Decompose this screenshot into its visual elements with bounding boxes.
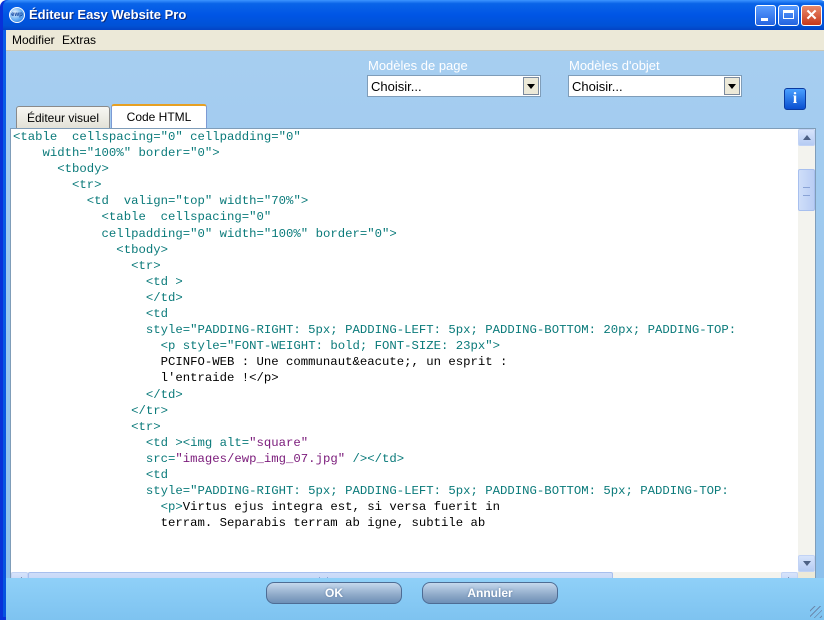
maximize-button[interactable]	[778, 5, 799, 26]
main-panel: Modèles de page Choisir... Modèles d'obj…	[6, 51, 824, 590]
vertical-scrollbar[interactable]	[798, 129, 815, 572]
page-templates-select[interactable]: Choisir...	[367, 75, 541, 97]
vertical-scroll-thumb[interactable]	[798, 169, 815, 211]
minimize-button[interactable]	[755, 5, 776, 26]
ok-button[interactable]: OK	[266, 582, 402, 604]
code-line: l'entraide !</p>	[13, 371, 279, 386]
menu-extras[interactable]: Extras	[62, 33, 96, 47]
window-client: Modifier Extras Modèles de page Choisir.…	[6, 30, 824, 620]
code-line: </td>	[13, 290, 183, 305]
scroll-down-button[interactable]	[798, 555, 815, 572]
object-templates-value: Choisir...	[572, 79, 623, 94]
code-line: src="images/ewp_img_07.jpg" /></td>	[13, 451, 405, 466]
info-icon[interactable]: i	[784, 88, 806, 110]
code-line: cellpadding="0" width="100%" border="0">	[13, 226, 397, 241]
chevron-down-icon[interactable]	[523, 77, 539, 95]
close-button[interactable]: ✕	[801, 5, 822, 26]
code-line: PCINFO-WEB : Une communaut&eacute;, un e…	[13, 355, 508, 370]
code-line: <tbody>	[13, 242, 168, 257]
page-templates-label: Modèles de page	[368, 58, 468, 73]
code-line: </td>	[13, 387, 183, 402]
tab-html-code[interactable]: Code HTML	[111, 104, 207, 129]
object-templates-label: Modèles d'objet	[569, 58, 660, 73]
code-line: <p style="FONT-WEIGHT: bold; FONT-SIZE: …	[13, 339, 501, 354]
code-line: style="PADDING-RIGHT: 5px; PADDING-LEFT:…	[13, 484, 729, 499]
code-line: width="100%" border="0">	[13, 146, 220, 161]
resize-grip[interactable]	[810, 606, 822, 618]
code-text-area[interactable]: <table cellspacing="0" cellpadding="0" w…	[13, 129, 797, 570]
page-templates-value: Choisir...	[371, 79, 422, 94]
code-line: <tr>	[13, 419, 161, 434]
code-line: <p>Virtus ejus integra est, si versa fue…	[13, 500, 501, 515]
menu-modifier[interactable]: Modifier	[12, 33, 55, 47]
code-line: <table cellspacing="0" cellpadding="0"	[13, 130, 301, 144]
ewp-app-icon[interactable]: ewp	[9, 7, 25, 23]
code-line: <table cellspacing="0"	[13, 210, 272, 225]
scroll-up-button[interactable]	[798, 129, 815, 146]
code-line: terram. Separabis terram ab igne, subtil…	[13, 516, 486, 531]
object-templates-select[interactable]: Choisir...	[568, 75, 742, 97]
menu-bar: Modifier Extras	[6, 30, 824, 51]
code-line: style="PADDING-RIGHT: 5px; PADDING-LEFT:…	[13, 323, 737, 338]
dialog-footer: OK Annuler	[6, 578, 824, 620]
code-line: <td ><img alt="square"	[13, 435, 309, 450]
code-line: <td	[13, 467, 168, 482]
close-icon: ✕	[805, 7, 818, 24]
cancel-button[interactable]: Annuler	[422, 582, 558, 604]
title-bar[interactable]: ewp Éditeur Easy Website Pro ✕	[3, 0, 824, 30]
code-line: <tr>	[13, 258, 161, 273]
code-line: <tbody>	[13, 162, 109, 177]
tab-visual-editor[interactable]: Éditeur visuel	[16, 106, 110, 129]
code-line: <td	[13, 307, 168, 322]
html-code-editor[interactable]: <table cellspacing="0" cellpadding="0" w…	[10, 128, 816, 590]
code-line: <tr>	[13, 178, 102, 193]
editor-window: ewp Éditeur Easy Website Pro ✕ Modifier …	[0, 0, 824, 620]
chevron-down-icon[interactable]	[724, 77, 740, 95]
code-line: <td valign="top" width="70%">	[13, 194, 309, 209]
window-title: Éditeur Easy Website Pro	[29, 7, 187, 22]
code-line: <td >	[13, 274, 183, 289]
code-line: </tr>	[13, 403, 168, 418]
